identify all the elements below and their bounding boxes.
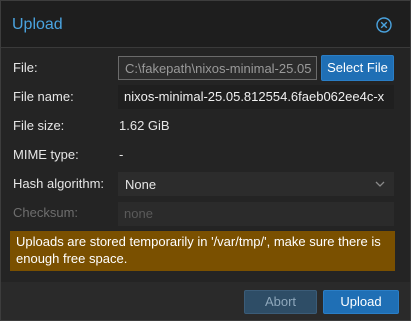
file-size-value: 1.62 GiB (119, 118, 170, 133)
dialog-title: Upload (12, 16, 63, 33)
file-name-input[interactable]: nixos-minimal-25.05.812554.6faeb062ee4c-… (118, 85, 394, 109)
file-label: File: (13, 60, 38, 75)
file-name-label: File name: (13, 89, 74, 104)
hash-algorithm-select[interactable]: None (118, 172, 394, 196)
chevron-down-icon[interactable] (374, 179, 386, 189)
checksum-label: Checksum: (13, 205, 79, 220)
upload-button[interactable]: Upload (323, 290, 399, 314)
dialog-header: Upload (1, 1, 410, 48)
checksum-input: none (118, 202, 394, 226)
upload-dialog: Upload File: C:\fakepath\nixos-minimal-2… (0, 0, 411, 321)
select-file-button[interactable]: Select File (321, 55, 394, 81)
close-icon[interactable] (376, 17, 392, 33)
mime-type-label: MIME type: (13, 147, 79, 162)
file-size-label: File size: (13, 118, 65, 133)
mime-type-value: - (119, 147, 124, 162)
hash-algorithm-label: Hash algorithm: (13, 176, 105, 191)
free-space-warning: Uploads are stored temporarily in '/var/… (10, 231, 395, 271)
abort-button: Abort (244, 290, 317, 314)
file-path-field: C:\fakepath\nixos-minimal-25.05 (118, 56, 317, 80)
